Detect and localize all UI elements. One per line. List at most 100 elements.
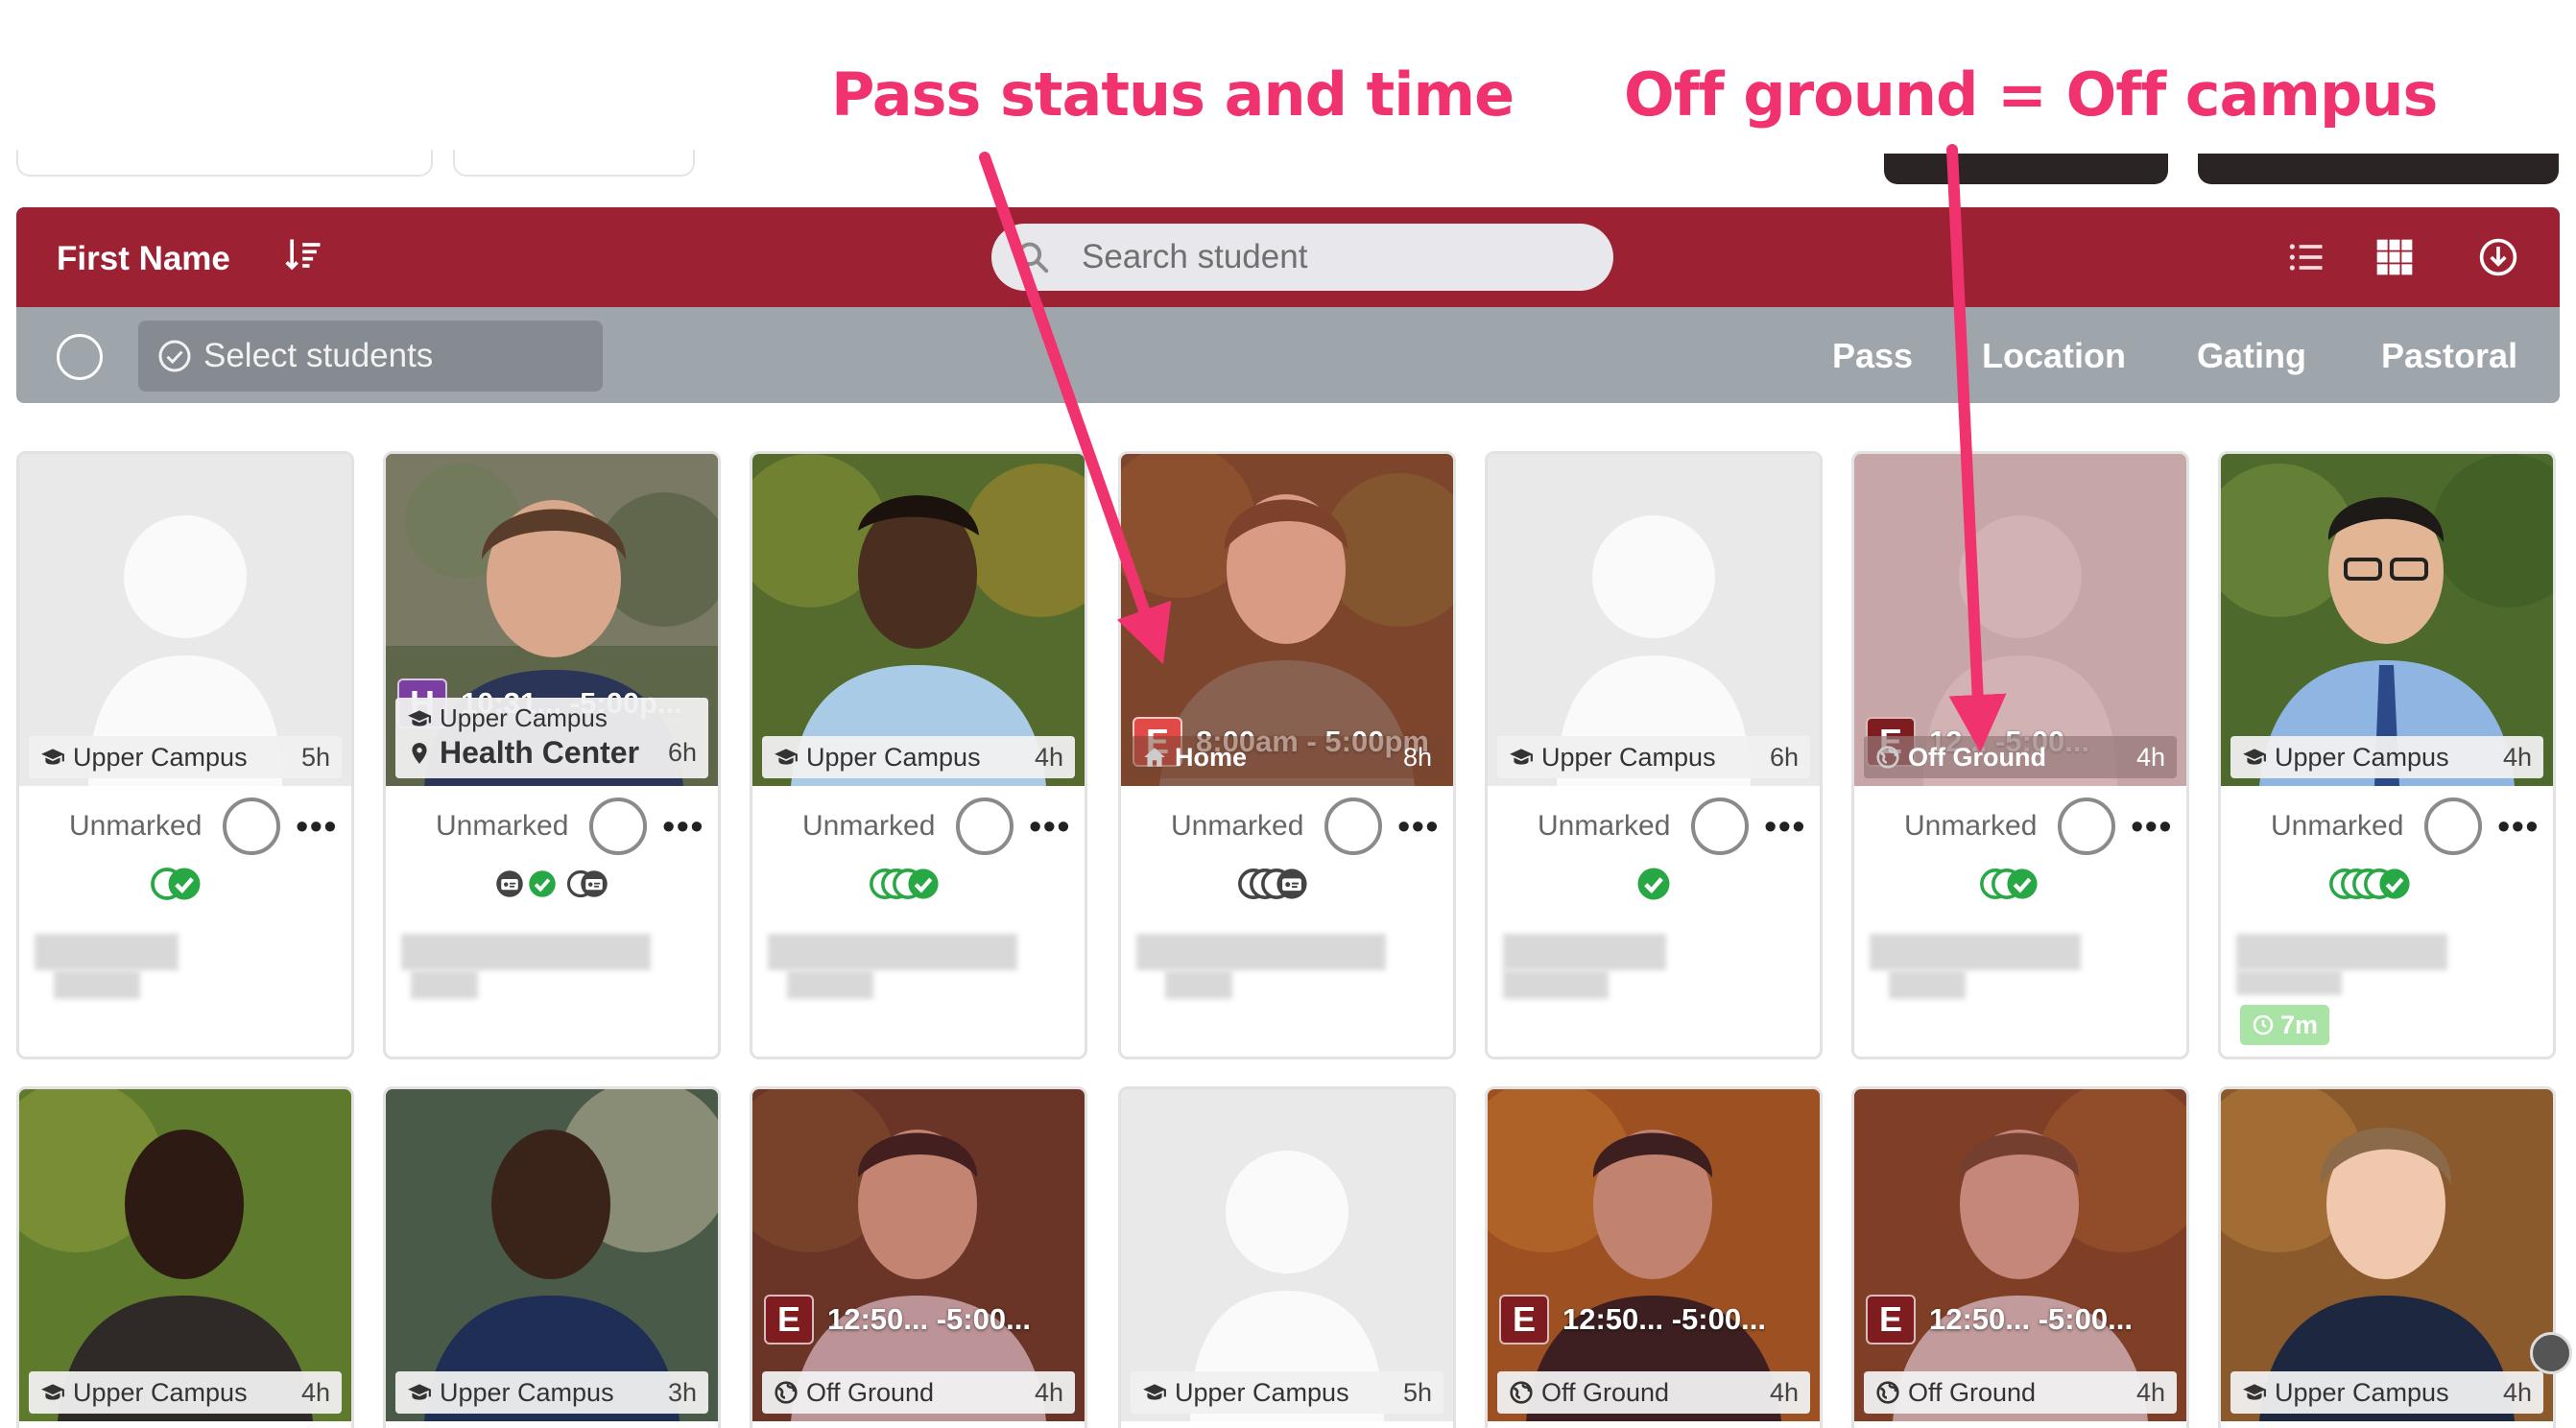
location-chip: Upper Campus 5h	[1131, 1371, 1443, 1414]
attendance-status: Unmarked	[2271, 810, 2404, 842]
toolbar-button-2[interactable]	[2198, 154, 2559, 184]
location-label: Upper Campus	[2275, 742, 2449, 772]
more-options-button[interactable]: •••	[1764, 806, 1806, 846]
location-chip: Upper Campus Health Center 6h	[395, 698, 708, 778]
student-card[interactable]: Upper Campus 3h	[383, 1086, 721, 1428]
search-input[interactable]	[1082, 238, 1581, 276]
globe-icon	[774, 1380, 799, 1405]
student-card[interactable]: E 8:00am - 5:00pm Home 8h Unmarked •••	[1118, 451, 1456, 1059]
student-photo: Upper Campus 3h	[386, 1089, 718, 1421]
location-chip: Home 8h	[1131, 736, 1443, 778]
pass-type-badge: E	[764, 1295, 814, 1345]
student-card[interactable]: E 12:50... -5:00... Off Ground 4h	[1851, 1086, 2189, 1428]
check-icon	[167, 867, 202, 901]
select-all-checkbox[interactable]	[57, 334, 103, 380]
attendance-status: Unmarked	[802, 810, 936, 842]
location-action[interactable]: Location	[1982, 336, 2126, 376]
location-duration: 4h	[2502, 1377, 2532, 1407]
toolbar-button-1[interactable]	[1884, 154, 2168, 184]
location-label: Upper Campus	[1541, 742, 1716, 772]
id-card-icon	[495, 869, 524, 898]
location-chip: Upper Campus 4h	[2230, 736, 2543, 778]
student-name-redacted	[1503, 922, 1772, 999]
status-icons	[1121, 867, 1453, 901]
more-options-button[interactable]: •••	[2131, 806, 2173, 846]
more-options-button[interactable]: •••	[662, 806, 704, 846]
student-card[interactable]: E 12:50... -5:00... Off Ground 4h	[1485, 1086, 1823, 1428]
graduation-cap-icon	[1142, 1380, 1167, 1405]
filter-dropdown[interactable]	[16, 150, 433, 177]
mark-attendance-button[interactable]	[2424, 797, 2483, 855]
mark-attendance-button[interactable]	[223, 797, 281, 855]
student-photo: Upper Campus 4h	[2221, 454, 2553, 786]
location-label: Upper Campus	[73, 742, 248, 772]
pastoral-action[interactable]: Pastoral	[2381, 336, 2517, 376]
student-name-redacted	[35, 922, 303, 999]
mark-attendance-button[interactable]	[1691, 797, 1750, 855]
annotation-pass-status: Pass status and time	[831, 60, 1515, 130]
pass-status[interactable]: E 12:50... -5:00...	[1866, 1295, 2133, 1345]
location-label: Off Ground	[1541, 1377, 1670, 1407]
student-card[interactable]: Upper Campus 5h Unmarked •••	[16, 451, 354, 1059]
student-card[interactable]: E 12:50... -5:00... Off Ground 4h	[750, 1086, 1087, 1428]
pass-time: 12:50... -5:00...	[1929, 1302, 2133, 1336]
id-card-icon	[1276, 868, 1308, 900]
filter-dropdown-2[interactable]	[453, 150, 695, 177]
sort-field-label[interactable]: First Name	[57, 240, 230, 278]
student-name-redacted	[1870, 922, 2138, 999]
annotation-off-ground: Off ground = Off campus	[1624, 60, 2438, 130]
graduation-cap-icon	[774, 745, 799, 770]
student-name-redacted	[2236, 922, 2505, 999]
timer-badge: 7m	[2240, 1005, 2330, 1045]
student-card[interactable]: E 12... -5:00... Off Ground 4h Unmarked …	[1851, 451, 2189, 1059]
student-card[interactable]: H 10:31... -5:00p... Upper Campus Health…	[383, 451, 721, 1059]
student-photo: E 12:50... -5:00... Off Ground 4h	[1488, 1089, 1820, 1421]
student-card[interactable]: Upper Campus 6h Unmarked •••	[1485, 451, 1823, 1059]
pass-time: 12:50... -5:00...	[827, 1302, 1031, 1336]
mark-attendance-button[interactable]	[2058, 797, 2116, 855]
status-icons	[2221, 867, 2553, 901]
select-students-button[interactable]: Select students	[138, 321, 603, 392]
grid-view-icon[interactable]	[2373, 236, 2416, 278]
more-options-button[interactable]: •••	[2497, 806, 2540, 846]
pass-action[interactable]: Pass	[1832, 336, 1913, 376]
more-options-button[interactable]: •••	[1397, 806, 1440, 846]
mark-attendance-button[interactable]	[956, 797, 1014, 855]
list-view-icon[interactable]	[2285, 236, 2327, 278]
student-photo-placeholder: Upper Campus 6h	[1488, 454, 1820, 786]
graduation-cap-icon	[40, 745, 65, 770]
location-chip: Off Ground 4h	[1497, 1371, 1810, 1414]
student-name-redacted	[768, 922, 1037, 999]
status-icons	[386, 867, 718, 901]
graduation-cap-icon	[407, 706, 432, 731]
mark-attendance-button[interactable]	[1324, 797, 1383, 855]
student-card[interactable]: Upper Campus 4h	[2218, 1086, 2556, 1428]
status-icons	[752, 867, 1085, 901]
student-card[interactable]: Upper Campus 4h	[16, 1086, 354, 1428]
location-duration: 6h	[1769, 742, 1799, 772]
more-options-button[interactable]: •••	[1029, 806, 1071, 846]
location-label: Upper Campus	[806, 742, 981, 772]
location-chip: Off Ground 4h	[1864, 1371, 2177, 1414]
location-duration: 4h	[2135, 742, 2165, 772]
location-label: Health Center	[440, 735, 640, 770]
student-photo: E 8:00am - 5:00pm Home 8h	[1121, 454, 1453, 786]
mark-attendance-button[interactable]	[589, 797, 648, 855]
selection-toolbar: Select students Pass Location Gating Pas…	[16, 307, 2560, 403]
search-icon	[1017, 242, 1049, 274]
download-icon[interactable]	[2477, 236, 2519, 278]
pass-status[interactable]: E 12:50... -5:00...	[764, 1295, 1031, 1345]
student-card[interactable]: Upper Campus 4h Unmarked ••• 7m	[2218, 451, 2556, 1059]
location-duration: 4h	[1034, 742, 1063, 772]
gating-action[interactable]: Gating	[2197, 336, 2306, 376]
pass-type-badge: E	[1866, 1295, 1916, 1345]
id-card-icon	[580, 869, 608, 898]
student-card[interactable]: Upper Campus 5h	[1118, 1086, 1456, 1428]
pass-status[interactable]: E 12:50... -5:00...	[1499, 1295, 1766, 1345]
more-options-button[interactable]: •••	[296, 806, 338, 846]
sort-descending-icon[interactable]	[283, 234, 325, 276]
student-card[interactable]: Upper Campus 4h Unmarked •••	[750, 451, 1087, 1059]
screenshot-tool-icon[interactable]	[2530, 1332, 2572, 1374]
globe-icon	[1509, 1380, 1534, 1405]
pass-type-badge: E	[1499, 1295, 1549, 1345]
